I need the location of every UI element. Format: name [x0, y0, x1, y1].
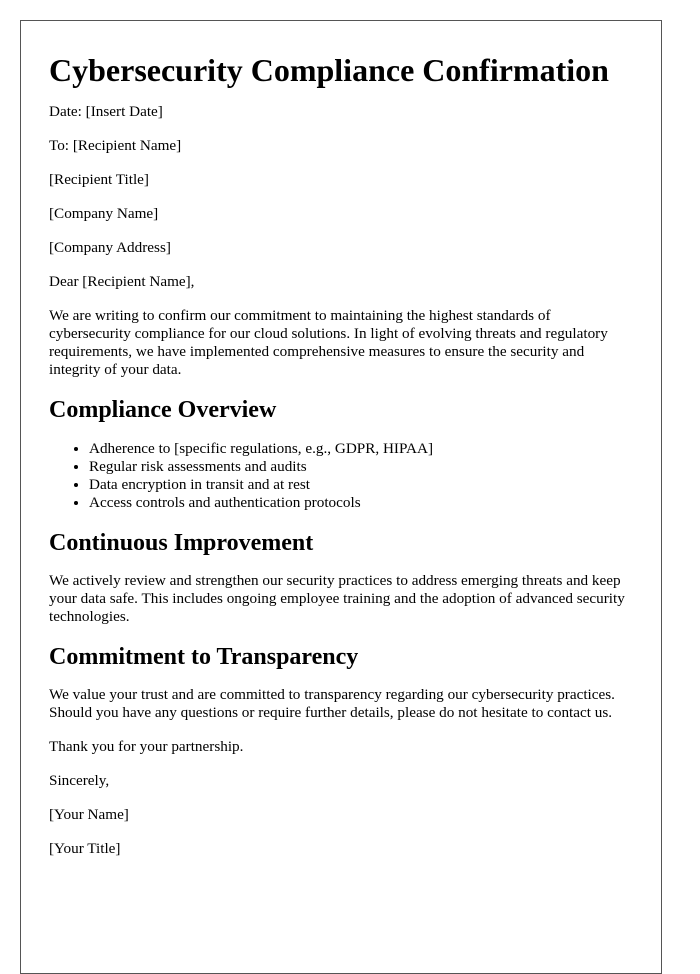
list-item: Data encryption in transit and at rest: [89, 476, 633, 494]
continuous-improvement-paragraph: We actively review and strengthen our se…: [49, 571, 625, 625]
recipient-title-line: [Recipient Title]: [49, 171, 149, 189]
section-heading-compliance-overview: Compliance Overview: [49, 397, 277, 424]
signature-name: [Your Name]: [49, 806, 129, 824]
signature-title: [Your Title]: [49, 840, 121, 858]
company-name-line: [Company Name]: [49, 205, 159, 223]
letter-title: Cybersecurity Compliance Confirmation: [49, 52, 609, 88]
date-line: Date: [Insert Date]: [49, 103, 163, 121]
section-heading-continuous-improvement: Continuous Improvement: [49, 529, 314, 556]
salutation: Dear [Recipient Name],: [49, 273, 195, 291]
letter-page: Cybersecurity Compliance Confirmation Da…: [20, 20, 662, 974]
list-item: Regular risk assessments and audits: [89, 458, 633, 476]
section-heading-transparency: Commitment to Transparency: [49, 643, 359, 670]
compliance-list: Adherence to [specific regulations, e.g.…: [49, 440, 633, 512]
transparency-paragraph: We value your trust and are committed to…: [49, 686, 615, 722]
list-item: Access controls and authentication proto…: [89, 494, 633, 512]
intro-paragraph: We are writing to confirm our commitment…: [49, 307, 608, 379]
company-address-line: [Company Address]: [49, 239, 171, 257]
recipient-name-line: To: [Recipient Name]: [49, 137, 182, 155]
sign-off: Sincerely,: [49, 772, 110, 790]
list-item: Adherence to [specific regulations, e.g.…: [89, 440, 633, 458]
closing-thanks: Thank you for your partnership.: [49, 738, 244, 756]
